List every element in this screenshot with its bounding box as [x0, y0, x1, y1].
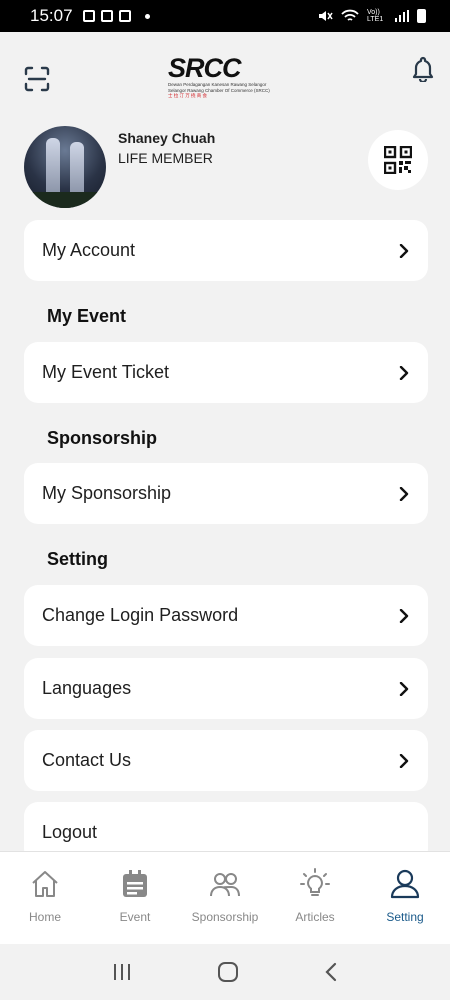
logo-line-malay: Dewan Perdagangan Kanesan Rawang Selango…	[168, 82, 267, 87]
nav-label: Home	[28, 910, 61, 924]
nav-item-setting[interactable]: Setting	[360, 852, 450, 944]
status-bar: 15:07 Vo)) LTE1	[0, 0, 450, 32]
menu-item-my-sponsorship[interactable]: My Sponsorship	[24, 463, 428, 524]
section-title-sponsorship: Sponsorship	[47, 428, 158, 448]
system-status-icons: Vo)) LTE1	[317, 9, 426, 23]
calendar-icon	[123, 870, 147, 897]
menu-item-label: Contact Us	[42, 750, 132, 770]
menu-item-my-event-ticket[interactable]: My Event Ticket	[24, 342, 428, 403]
menu-item-label: My Account	[42, 240, 136, 260]
avatar[interactable]	[24, 126, 106, 208]
user-icon	[390, 869, 420, 899]
nav-label: Articles	[295, 910, 335, 924]
srcc-logo: SRCC Dewan Perdagangan Kanesan Rawang Se…	[168, 54, 274, 104]
signal-icon	[395, 10, 409, 22]
bell-icon[interactable]	[412, 56, 434, 82]
wifi-icon	[341, 9, 359, 21]
chevron-right-icon	[399, 753, 409, 768]
people-icon	[210, 873, 240, 897]
sim-notification-icon	[100, 10, 113, 22]
nav-item-articles[interactable]: Articles	[270, 852, 360, 944]
menu-item-label: Languages	[42, 678, 132, 698]
menu-item-label: My Sponsorship	[42, 483, 172, 503]
home-icon	[32, 871, 58, 897]
chevron-right-icon	[399, 681, 409, 696]
membership-tier: LIFE MEMBER	[118, 150, 213, 166]
back-icon[interactable]	[324, 962, 338, 982]
status-time: 15:07	[30, 6, 73, 25]
lightbulb-icon	[300, 868, 330, 896]
home-button-icon[interactable]	[217, 961, 239, 983]
nav-item-sponsorship[interactable]: Sponsorship	[180, 852, 270, 944]
nav-label: Setting	[386, 910, 424, 924]
app-header: SRCC Dewan Perdagangan Kanesan Rawang Se…	[0, 32, 450, 122]
qr-code-button[interactable]	[368, 130, 428, 190]
section-title-setting: Setting	[47, 549, 108, 569]
chevron-right-icon	[399, 243, 409, 258]
more-notifications-dot	[144, 13, 150, 19]
section-title-event: My Event	[47, 306, 127, 326]
menu-item-contact-us[interactable]: Contact Us	[24, 730, 428, 791]
chevron-right-icon	[399, 365, 409, 380]
chevron-right-icon	[399, 608, 409, 623]
menu-item-label: Logout	[42, 822, 98, 842]
menu-item-label: My Event Ticket	[42, 362, 170, 382]
scan-icon[interactable]	[24, 66, 50, 92]
bottom-navigation: Home Event Sponsorship Articles Setting	[0, 851, 450, 944]
recent-apps-icon[interactable]	[112, 963, 132, 981]
notification-icons	[82, 10, 150, 22]
menu-item-my-account[interactable]: My Account	[24, 220, 428, 281]
menu-item-change-password[interactable]: Change Login Password	[24, 585, 428, 646]
qr-code-icon	[384, 146, 412, 174]
nav-item-event[interactable]: Event	[90, 852, 180, 944]
chevron-right-icon	[399, 486, 409, 501]
logo-line-chinese: 士 拉 汀 万 挠 商 会	[168, 93, 208, 98]
logo-wordmark: SRCC	[168, 53, 242, 83]
nav-item-home[interactable]: Home	[0, 852, 90, 944]
profile-section: Shaney Chuah LIFE MEMBER	[24, 126, 428, 210]
battery-icon	[417, 9, 426, 23]
mute-icon	[319, 11, 333, 21]
menu-item-languages[interactable]: Languages	[24, 658, 428, 719]
download-notification-icon	[118, 10, 131, 22]
menu-item-label: Change Login Password	[42, 605, 239, 625]
nav-label: Sponsorship	[191, 910, 259, 924]
system-navigation-bar	[0, 944, 450, 1000]
nav-label: Event	[119, 910, 151, 924]
profile-name: Shaney Chuah	[118, 130, 216, 146]
network-type: Vo)) LTE1	[367, 9, 384, 23]
gallery-notification-icon	[82, 10, 95, 22]
